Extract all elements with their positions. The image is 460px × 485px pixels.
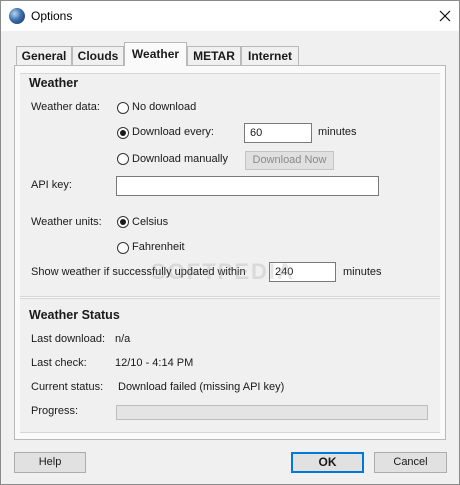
tab-weather[interactable]: Weather: [124, 42, 187, 66]
current-status-label: Current status:: [31, 381, 104, 393]
api-key-label: API key:: [31, 179, 72, 191]
ok-button[interactable]: OK: [291, 452, 364, 473]
current-status-value: Download failed (missing API key): [118, 381, 285, 393]
fahrenheit-label[interactable]: Fahrenheit: [132, 241, 185, 253]
api-key-input[interactable]: [116, 176, 379, 196]
weather-heading: Weather: [29, 76, 79, 90]
last-download-value: n/a: [115, 333, 131, 345]
options-window: Options General Clouds Weather METAR Int…: [0, 0, 460, 485]
celsius-label[interactable]: Celsius: [132, 216, 168, 228]
radio-download-every[interactable]: [117, 127, 129, 139]
show-if-label: Show weather if successfully updated wit…: [31, 266, 246, 278]
close-icon: [439, 10, 451, 22]
globe-icon: [9, 8, 25, 24]
radio-no-download[interactable]: [117, 102, 129, 114]
close-button[interactable]: [433, 4, 457, 28]
help-button[interactable]: Help: [14, 452, 86, 473]
radio-download-manually[interactable]: [117, 153, 129, 165]
tab-general[interactable]: General: [16, 46, 72, 65]
download-manually-label[interactable]: Download manually: [132, 153, 228, 165]
weather-units-label: Weather units:: [31, 216, 102, 228]
show-if-minutes-input[interactable]: 240: [269, 262, 336, 282]
last-check-label: Last check:: [31, 357, 87, 369]
progress-bar: [116, 405, 428, 420]
no-download-label[interactable]: No download: [132, 101, 196, 113]
download-every-label[interactable]: Download every:: [132, 126, 214, 138]
last-download-label: Last download:: [31, 333, 105, 345]
tab-clouds[interactable]: Clouds: [72, 46, 124, 65]
last-check-value: 12/10 - 4:14 PM: [115, 357, 194, 369]
title-bar: Options: [1, 1, 459, 31]
weather-status-heading: Weather Status: [29, 308, 120, 322]
show-if-unit-label: minutes: [343, 266, 382, 278]
download-now-button[interactable]: Download Now: [245, 151, 334, 170]
progress-label: Progress:: [31, 405, 79, 417]
download-interval-input[interactable]: 60: [244, 123, 312, 143]
radio-celsius[interactable]: [117, 216, 129, 228]
cancel-button[interactable]: Cancel: [374, 452, 447, 473]
tab-metar[interactable]: METAR: [187, 46, 241, 65]
tab-internet[interactable]: Internet: [241, 46, 299, 65]
weather-data-label: Weather data:: [31, 101, 100, 113]
interval-unit-label: minutes: [318, 126, 357, 138]
window-title: Options: [31, 9, 73, 23]
radio-fahrenheit[interactable]: [117, 242, 129, 254]
